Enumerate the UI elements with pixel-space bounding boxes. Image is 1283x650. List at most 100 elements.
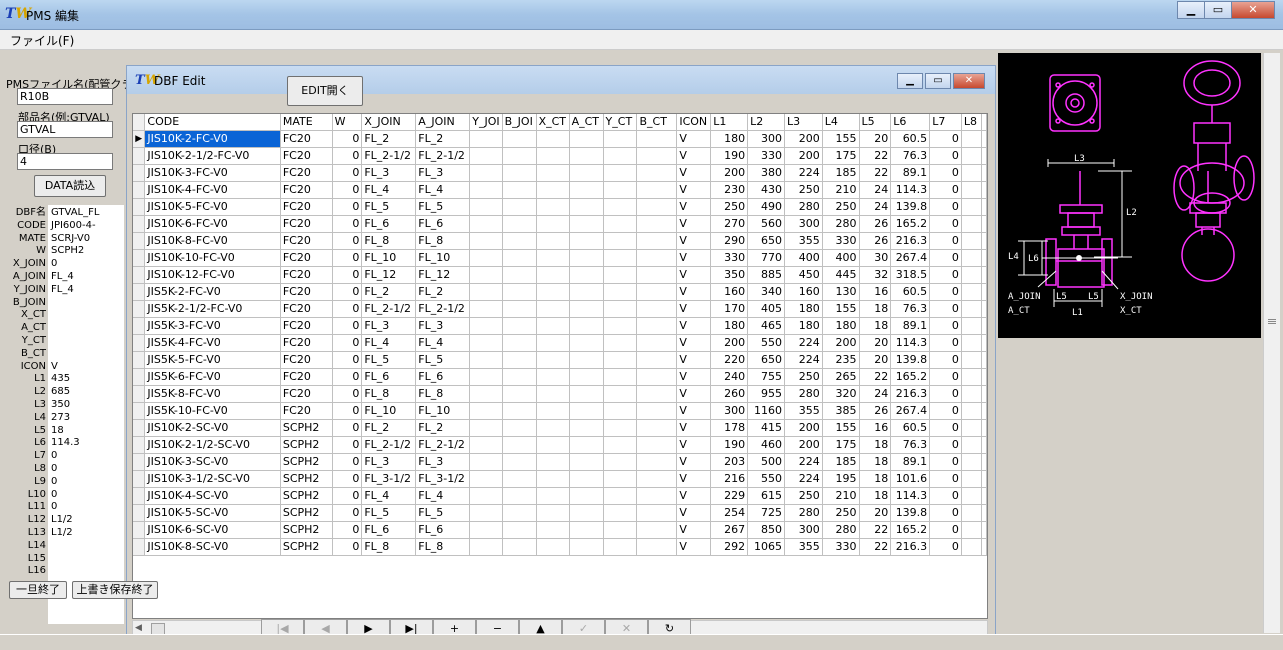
table-cell[interactable]: V bbox=[676, 317, 712, 335]
table-cell[interactable] bbox=[502, 521, 537, 539]
table-cell[interactable]: 180 bbox=[710, 317, 749, 335]
table-cell[interactable]: 770 bbox=[747, 249, 785, 267]
table-cell[interactable]: JIS10K-6-SC-V0 bbox=[144, 521, 281, 539]
row-indicator[interactable]: ▶ bbox=[133, 130, 146, 148]
column-header[interactable]: W bbox=[332, 114, 363, 131]
table-cell[interactable] bbox=[603, 521, 638, 539]
table-cell[interactable] bbox=[569, 453, 604, 471]
table-cell[interactable]: V bbox=[676, 521, 712, 539]
table-cell[interactable] bbox=[469, 436, 503, 454]
table-cell[interactable]: 885 bbox=[747, 266, 785, 284]
table-cell[interactable]: FC20 bbox=[280, 164, 333, 182]
table-cell[interactable] bbox=[636, 249, 678, 267]
table-cell[interactable]: 60.5 bbox=[890, 130, 931, 148]
table-cell[interactable]: 224 bbox=[784, 351, 823, 369]
table-cell[interactable]: SCPH2 bbox=[280, 419, 333, 437]
table-cell[interactable] bbox=[636, 334, 678, 352]
table-cell[interactable] bbox=[603, 249, 638, 267]
table-cell[interactable] bbox=[961, 164, 983, 182]
table-cell[interactable] bbox=[569, 249, 604, 267]
table-cell[interactable] bbox=[961, 385, 983, 403]
row-indicator[interactable] bbox=[133, 215, 146, 233]
table-cell[interactable]: FL_2 bbox=[415, 130, 471, 148]
table-cell[interactable]: 267.4 bbox=[890, 402, 931, 420]
main-title-bar[interactable]: TW PMS 編集 ▁ ▭ ✕ bbox=[0, 0, 1283, 30]
table-cell[interactable] bbox=[569, 130, 604, 148]
table-cell[interactable] bbox=[502, 147, 537, 165]
table-cell[interactable]: 300 bbox=[784, 215, 823, 233]
table-cell[interactable] bbox=[502, 300, 537, 318]
table-cell[interactable] bbox=[636, 130, 678, 148]
table-cell[interactable]: 560 bbox=[747, 215, 785, 233]
column-header[interactable]: MATE bbox=[280, 114, 333, 131]
table-cell[interactable]: 330 bbox=[822, 538, 860, 556]
table-cell[interactable]: 20 bbox=[859, 351, 892, 369]
table-cell[interactable]: 725 bbox=[747, 504, 785, 522]
table-cell[interactable]: FC20 bbox=[280, 130, 333, 148]
table-cell[interactable]: FL_3 bbox=[361, 164, 417, 182]
table-cell[interactable]: FL_10 bbox=[415, 402, 471, 420]
table-cell[interactable]: 460 bbox=[747, 436, 785, 454]
table-cell[interactable]: 230 bbox=[710, 181, 749, 199]
table-cell[interactable]: 0 bbox=[332, 419, 363, 437]
table-cell[interactable]: V bbox=[676, 300, 712, 318]
row-indicator[interactable] bbox=[133, 538, 146, 556]
table-cell[interactable]: 355 bbox=[784, 402, 823, 420]
table-cell[interactable]: 0 bbox=[929, 453, 962, 471]
row-indicator[interactable] bbox=[133, 334, 146, 352]
table-cell[interactable]: FL_4 bbox=[361, 181, 417, 199]
table-cell[interactable] bbox=[569, 504, 604, 522]
table-cell[interactable]: 0 bbox=[332, 453, 363, 471]
table-cell[interactable] bbox=[569, 521, 604, 539]
table-cell[interactable]: JIS10K-3-SC-V0 bbox=[144, 453, 281, 471]
table-cell[interactable]: 114.3 bbox=[890, 487, 931, 505]
table-cell[interactable]: FL_5 bbox=[361, 504, 417, 522]
table-cell[interactable] bbox=[502, 402, 537, 420]
table-cell[interactable]: JIS5K-5-FC-V0 bbox=[144, 351, 281, 369]
table-cell[interactable]: 240 bbox=[710, 368, 749, 386]
table-cell[interactable]: 250 bbox=[710, 198, 749, 216]
row-indicator[interactable] bbox=[133, 521, 146, 539]
table-cell[interactable]: FL_2 bbox=[361, 130, 417, 148]
table-cell[interactable] bbox=[636, 487, 678, 505]
table-cell[interactable] bbox=[536, 487, 570, 505]
table-cell[interactable] bbox=[502, 317, 537, 335]
table-cell[interactable]: FC20 bbox=[280, 385, 333, 403]
table-cell[interactable] bbox=[636, 538, 678, 556]
table-cell[interactable]: 290 bbox=[710, 232, 749, 250]
row-indicator[interactable] bbox=[133, 351, 146, 369]
table-cell[interactable]: 60.5 bbox=[890, 419, 931, 437]
table-cell[interactable] bbox=[502, 419, 537, 437]
table-cell[interactable]: 465 bbox=[747, 317, 785, 335]
table-cell[interactable]: FC20 bbox=[280, 334, 333, 352]
table-cell[interactable] bbox=[536, 419, 570, 437]
table-cell[interactable]: V bbox=[676, 266, 712, 284]
table-cell[interactable] bbox=[961, 504, 983, 522]
table-cell[interactable] bbox=[502, 266, 537, 284]
table-cell[interactable] bbox=[536, 351, 570, 369]
table-cell[interactable]: FL_2 bbox=[361, 419, 417, 437]
maximize-button[interactable]: ▭ bbox=[1204, 1, 1232, 19]
table-cell[interactable]: 22 bbox=[859, 164, 892, 182]
table-cell[interactable]: 267 bbox=[710, 521, 749, 539]
table-cell[interactable]: 430 bbox=[747, 181, 785, 199]
table-cell[interactable]: 0 bbox=[332, 385, 363, 403]
table-cell[interactable] bbox=[603, 147, 638, 165]
table-cell[interactable]: 89.1 bbox=[890, 164, 931, 182]
table-cell[interactable] bbox=[469, 266, 503, 284]
table-cell[interactable]: 20 bbox=[859, 334, 892, 352]
table-cell[interactable]: FL_8 bbox=[415, 538, 471, 556]
table-cell[interactable] bbox=[961, 300, 983, 318]
table-cell[interactable]: 355 bbox=[784, 538, 823, 556]
table-cell[interactable] bbox=[469, 487, 503, 505]
table-row[interactable]: JIS5K-6-FC-V0 FC20 0 FL_6 FL_6 V 240 755 250 265 2… bbox=[133, 368, 987, 386]
table-cell[interactable] bbox=[469, 334, 503, 352]
table-cell[interactable]: 18 bbox=[859, 453, 892, 471]
diameter-input[interactable]: 4 bbox=[17, 153, 113, 170]
table-cell[interactable] bbox=[603, 181, 638, 199]
table-cell[interactable] bbox=[536, 147, 570, 165]
table-cell[interactable] bbox=[469, 470, 503, 488]
table-cell[interactable]: 0 bbox=[332, 232, 363, 250]
table-cell[interactable] bbox=[469, 453, 503, 471]
column-header[interactable]: L7 bbox=[929, 114, 962, 131]
